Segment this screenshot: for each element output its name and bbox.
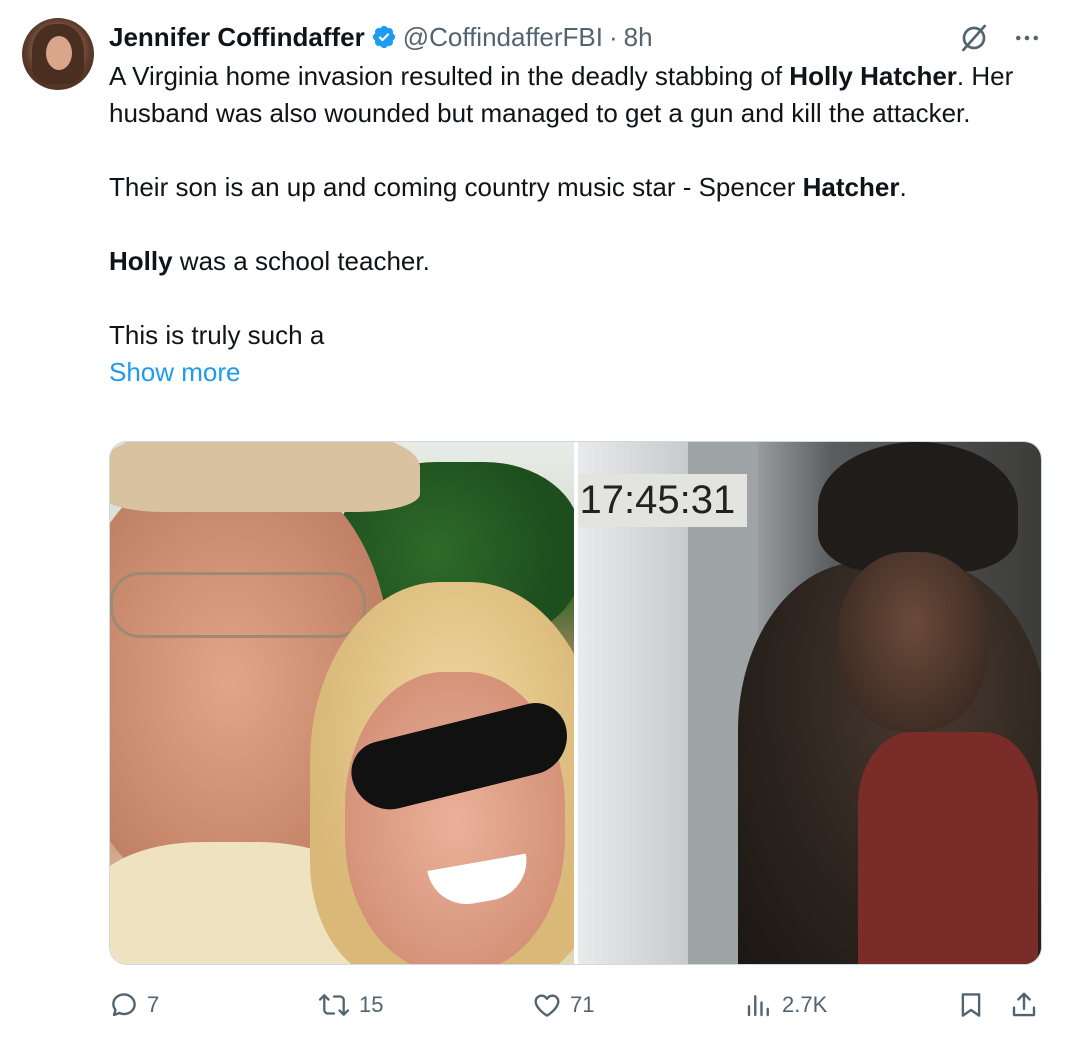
bold-text: Holly Hatcher (789, 61, 957, 91)
avatar[interactable] (22, 18, 94, 90)
reply-icon (112, 993, 136, 1017)
repost-button[interactable]: 15 (317, 985, 383, 1025)
media-photo-surveillance[interactable]: 17:45:31 (577, 442, 1041, 964)
bookmark-icon (961, 993, 981, 1017)
tweet-header: Jennifer Coffindaffer @CoffindafferFBI ·… (109, 20, 653, 54)
text-span: was a school teacher. (172, 246, 430, 276)
reply-button[interactable]: 7 (109, 985, 159, 1025)
bold-text: Holly (109, 246, 173, 276)
bookmark-button[interactable] (956, 985, 986, 1025)
repost-icon (318, 994, 350, 1016)
reply-count: 7 (147, 992, 160, 1017)
bold-text: Hatcher (802, 172, 900, 202)
text-span: . (899, 172, 907, 202)
share-icon (1012, 992, 1036, 1017)
tweet-top-actions (958, 22, 1042, 54)
views-count: 2.7K (782, 992, 828, 1017)
tweet-actions: 7 15 71 2.7K (109, 985, 1042, 1025)
surveillance-timestamp: 17:45:31 (577, 474, 748, 527)
like-icon (534, 994, 560, 1017)
tweet-media: 17:45:31 (109, 441, 1042, 965)
avatar-face (46, 36, 72, 70)
text-span: Their son is an up and coming country mu… (109, 172, 803, 202)
tweet-paragraph-3: Holly was a school teacher. (109, 243, 1039, 280)
show-more-link[interactable]: Show more (109, 357, 241, 387)
tweet-time[interactable]: 8h (624, 22, 653, 53)
views-icon (747, 995, 769, 1017)
tweet-paragraph-2: Their son is an up and coming country mu… (109, 169, 1039, 206)
like-button[interactable]: 71 (532, 985, 594, 1025)
tweet-paragraph-4: This is truly such a (109, 320, 325, 350)
media-photo-couple[interactable] (110, 442, 574, 964)
author-name[interactable]: Jennifer Coffindaffer (109, 22, 365, 53)
text-span: A Virginia home invasion resulted in the… (109, 61, 790, 91)
author-handle[interactable]: @CoffindafferFBI (403, 22, 603, 53)
share-button[interactable] (1009, 985, 1039, 1025)
tweet-paragraph-1: A Virginia home invasion resulted in the… (109, 58, 1039, 132)
more-icon[interactable] (1012, 23, 1042, 53)
views-button[interactable]: 2.7K (744, 985, 827, 1025)
grok-icon[interactable] (958, 22, 990, 54)
verified-badge-icon (372, 25, 395, 49)
repost-count: 15 (359, 992, 384, 1017)
tweet-text: A Virginia home invasion resulted in the… (109, 58, 1039, 391)
like-count: 71 (570, 992, 595, 1017)
separator-dot: · (609, 21, 618, 52)
